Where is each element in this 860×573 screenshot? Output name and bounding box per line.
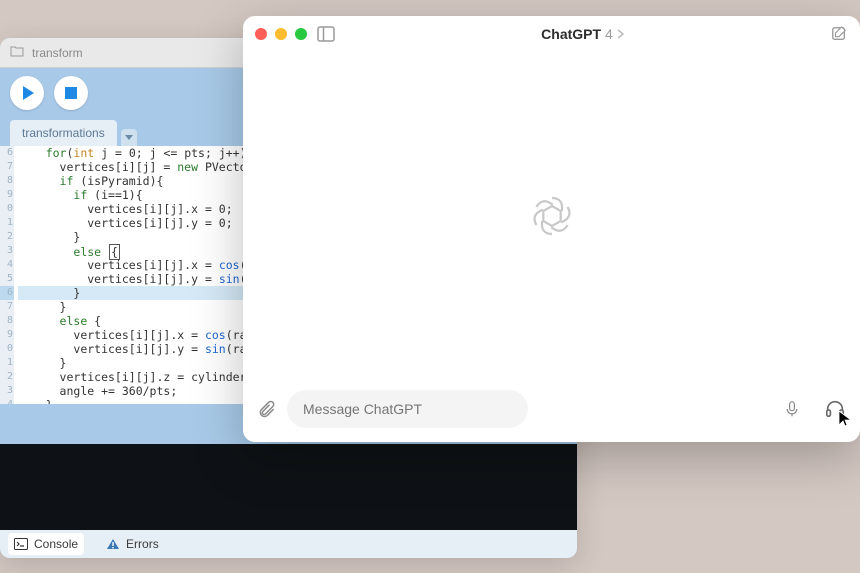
line-gutter: 6789012345678901234 — [0, 146, 14, 404]
stop-icon — [65, 87, 77, 99]
ide-output-panel[interactable] — [0, 444, 577, 530]
tab-dropdown[interactable] — [121, 129, 137, 146]
folder-icon — [10, 45, 24, 60]
stop-button[interactable] — [54, 76, 88, 110]
console-icon — [14, 538, 28, 550]
chatgpt-window: ChatGPT 4 — [243, 16, 860, 442]
chat-input-wrapper — [287, 390, 814, 428]
console-label: Console — [34, 537, 78, 551]
attachment-icon[interactable] — [257, 399, 277, 419]
chat-input[interactable] — [287, 390, 528, 428]
run-button[interactable] — [10, 76, 44, 110]
play-icon — [23, 86, 34, 100]
model-version: 4 — [605, 26, 613, 42]
warning-icon — [106, 538, 120, 550]
openai-logo-icon — [528, 192, 576, 240]
chatgpt-titlebar[interactable]: ChatGPT 4 — [243, 16, 860, 52]
tab-transformations[interactable]: transformations — [10, 120, 117, 146]
chevron-down-icon — [125, 135, 133, 140]
headphones-icon[interactable] — [824, 398, 846, 420]
chat-input-row — [243, 380, 860, 442]
errors-tab[interactable]: Errors — [100, 533, 165, 555]
minimize-button[interactable] — [275, 28, 287, 40]
microphone-icon[interactable] — [784, 401, 800, 417]
fullscreen-button[interactable] — [295, 28, 307, 40]
errors-label: Errors — [126, 537, 159, 551]
sidebar-toggle-icon[interactable] — [317, 26, 335, 42]
chevron-right-icon — [617, 29, 624, 39]
compose-icon[interactable] — [830, 26, 848, 42]
model-selector[interactable]: ChatGPT 4 — [345, 26, 820, 42]
close-button[interactable] — [255, 28, 267, 40]
ide-footer: Console Errors — [0, 530, 577, 558]
console-tab[interactable]: Console — [8, 533, 84, 555]
ide-title: transform — [32, 46, 83, 60]
chat-empty-state — [243, 52, 860, 380]
app-title: ChatGPT — [541, 26, 601, 42]
window-controls — [255, 28, 307, 40]
